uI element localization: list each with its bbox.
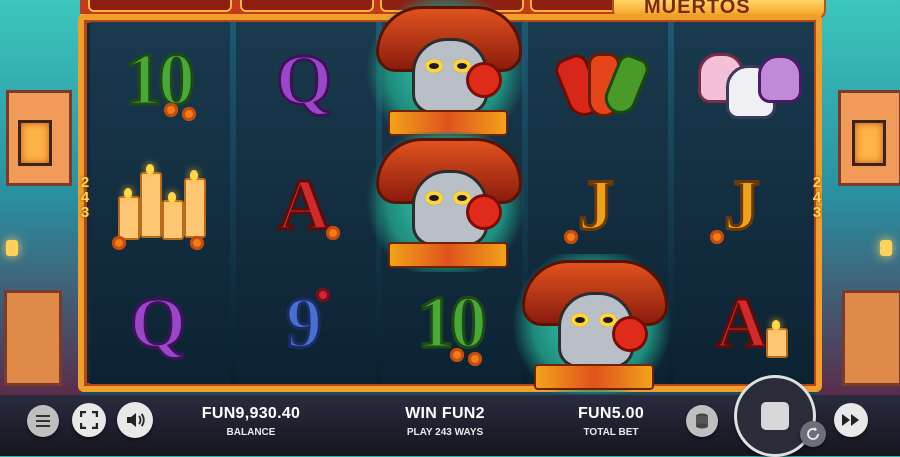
sugar-skulls-symbol [682, 25, 802, 135]
chili-symbol [536, 25, 656, 135]
banner-segment [240, 0, 374, 12]
jack-symbol-text: J [723, 163, 762, 246]
banner-segment [88, 0, 232, 12]
ways-indicator-right: 243 [812, 174, 822, 221]
candle-icon [184, 170, 206, 238]
wild-base-ornament [388, 242, 508, 268]
marigold-icon [326, 226, 340, 240]
jack-symbol: J [536, 150, 656, 260]
win-display: WIN FUN2 PLAY 243 WAYS [380, 405, 510, 438]
rose-icon [612, 316, 648, 352]
left-lamp [6, 240, 18, 256]
right-lamp [880, 240, 892, 256]
marigold-icon [112, 236, 126, 250]
candle-icon [118, 188, 140, 240]
fullscreen-icon [80, 411, 98, 429]
jack-symbol-text: J [577, 163, 616, 246]
queen-symbol-text: Q [128, 281, 187, 364]
ways-indicator-left: 243 [80, 174, 90, 221]
queen-symbol-text: Q [274, 38, 333, 121]
fast-forward-icon [842, 414, 859, 426]
candle-icon [140, 164, 162, 238]
reel-divider [230, 22, 236, 384]
candle-icon [766, 320, 788, 358]
stop-icon [761, 402, 789, 430]
ace-symbol: A [244, 150, 364, 260]
menu-button[interactable] [27, 405, 59, 437]
skull-eye [571, 313, 589, 327]
ace-symbol: A [682, 268, 802, 378]
ways-label: PLAY 243 WAYS [406, 427, 484, 438]
rose-icon [466, 194, 502, 230]
wild-skull-symbol [366, 132, 526, 272]
marigold-icon [190, 236, 204, 250]
rose-icon [466, 62, 502, 98]
fullscreen-button[interactable] [72, 403, 106, 437]
marigold-icon [450, 348, 464, 362]
left-street-scenery [0, 0, 82, 395]
jack-symbol: J [682, 150, 802, 260]
spin-button[interactable] [734, 375, 816, 457]
sound-icon [127, 413, 145, 427]
autoplay-button[interactable] [800, 421, 826, 447]
queen-symbol: Q [244, 25, 364, 135]
right-street-scenery [818, 0, 900, 395]
skull-eye [425, 191, 443, 205]
balance-label: BALANCE [226, 427, 276, 438]
marigold-icon [468, 352, 482, 366]
wild-skull-symbol [366, 0, 526, 140]
ace-symbol-text: A [277, 163, 332, 246]
marigold-icon [182, 107, 196, 121]
right-window [852, 120, 886, 166]
sound-button[interactable] [117, 402, 153, 438]
marigold-icon [710, 230, 724, 244]
candle-icon [162, 192, 184, 240]
ten-symbol: 10 [390, 268, 510, 378]
skull-eye [425, 59, 443, 73]
balance-value: FUN9,930.40 [201, 405, 301, 422]
bet-value: FUN5.00 [577, 405, 645, 422]
nine-symbol: 9 [244, 268, 364, 378]
menu-icon [36, 415, 50, 427]
win-value: WIN FUN2 [405, 405, 485, 422]
candles-symbol [98, 150, 218, 260]
sugar-skull-icon [758, 55, 802, 103]
left-window [18, 120, 52, 166]
rose-icon [316, 288, 330, 302]
ten-symbol-text: 10 [124, 37, 197, 122]
left-house-lower [4, 290, 62, 386]
turbo-button[interactable] [834, 403, 868, 437]
bet-display: FUN5.00 TOTAL BET [546, 405, 676, 438]
marigold-icon [164, 103, 178, 117]
wild-skull-symbol [512, 254, 672, 394]
ten-symbol: 10 [98, 25, 218, 135]
ace-symbol-text: A [715, 281, 770, 364]
bet-settings-button[interactable] [686, 405, 718, 437]
queen-symbol: Q [98, 268, 218, 378]
right-house-lower [842, 290, 900, 386]
balance-display: FUN9,930.40 BALANCE [186, 405, 316, 438]
wild-base-ornament [534, 364, 654, 390]
autoplay-icon [807, 427, 819, 440]
marigold-icon [564, 230, 578, 244]
coins-icon [696, 413, 708, 429]
bet-label: TOTAL BET [583, 427, 639, 438]
